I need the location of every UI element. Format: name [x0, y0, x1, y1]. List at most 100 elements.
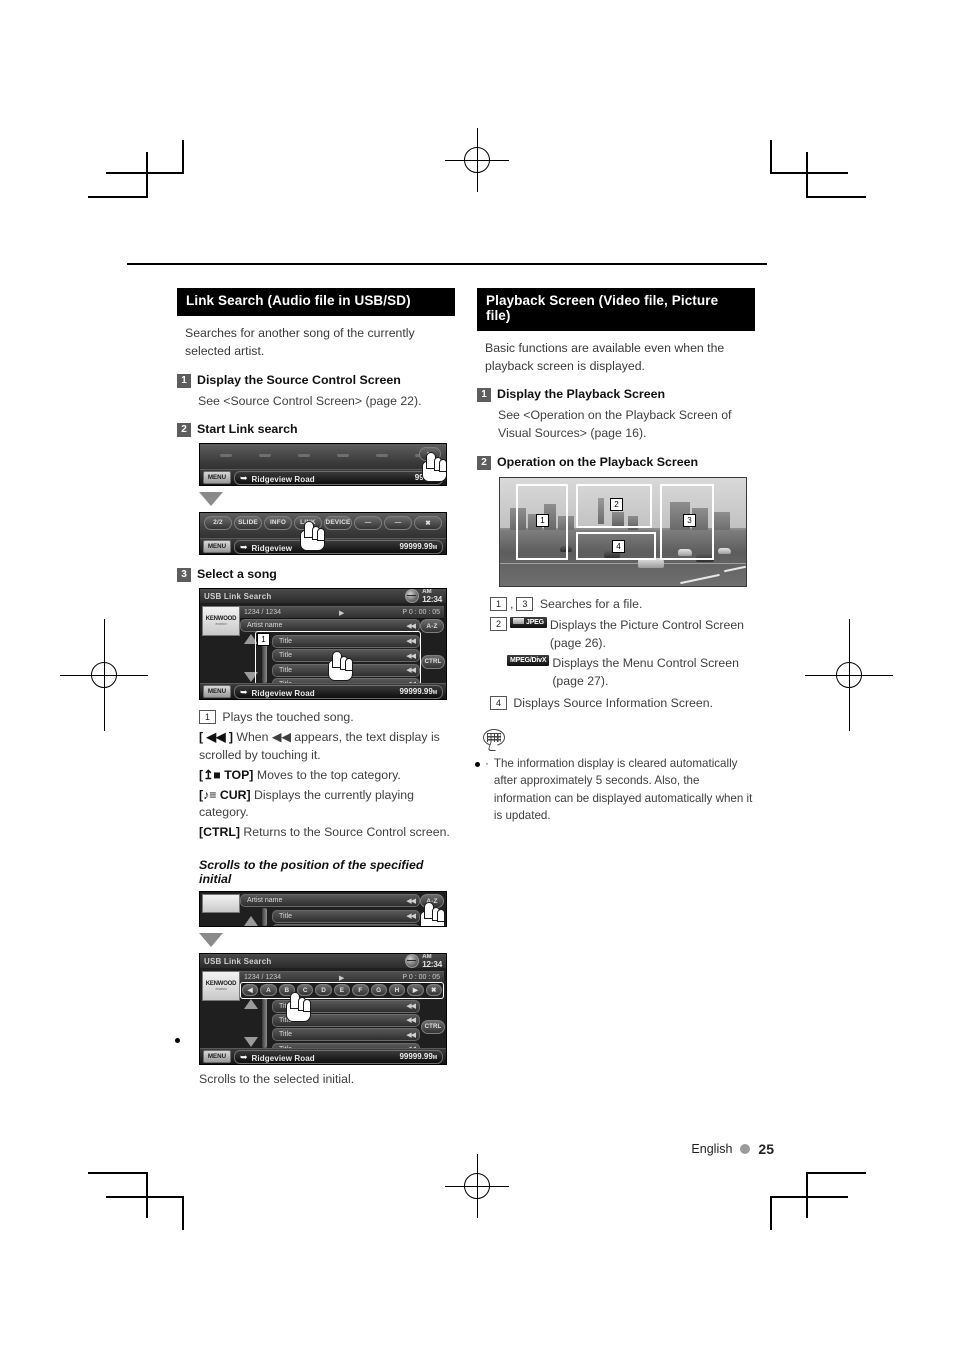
ctrl-button[interactable]: CTRL [421, 1020, 445, 1035]
right-explanation-list: 1,3 Searches for a file. 2 JPEG Displays… [490, 596, 755, 713]
track-time: 99999.99M [399, 1052, 437, 1062]
step-number-badge: 1 [177, 373, 191, 388]
scroll-text-icon[interactable]: ◀◀ [406, 1031, 419, 1039]
scroll-down-icon[interactable] [244, 1037, 258, 1048]
left-section-heading: Link Search (Audio file in USB/SD) [177, 288, 455, 316]
menu-button[interactable]: MENU [203, 685, 231, 699]
a-z-button[interactable]: A-Z [420, 894, 444, 909]
explanation-item: [♪≡ CUR] Displays the currently playing … [199, 787, 455, 823]
photo-car [718, 548, 731, 554]
scroll-text-icon[interactable]: ◀◀ [406, 1016, 419, 1024]
explanation-key: [↥■ TOP] [199, 767, 254, 782]
explanation-text: Moves to the top category. [256, 767, 401, 782]
scroll-text-icon[interactable]: ◀◀ [406, 912, 419, 920]
step-title: Display the Playback Screen [497, 387, 666, 402]
device-button[interactable]: DEVICE [324, 515, 352, 530]
left-step-3: 3 Select a song [177, 567, 455, 583]
list-item-label: Title [279, 1016, 292, 1024]
explanation-key: [ ◀◀ ] [199, 730, 233, 745]
explanation-text: Displays Source Information Screen. [513, 696, 713, 711]
info-row: 1234 / 1234 ▶ P 0 : 00 : 05 [240, 606, 444, 620]
scroll-text-icon[interactable]: ◀◀ [406, 1002, 419, 1010]
track-time: 99999 [414, 473, 437, 483]
page-indicator-button[interactable]: 2/2 [204, 515, 232, 530]
close-button[interactable]: ✖ [414, 515, 442, 530]
jpeg-icon: JPEG [510, 616, 547, 628]
track-info-bar[interactable]: ➥ Ridgeview Road 99999.99M [234, 684, 443, 699]
left-caption-after: Scrolls to the selected initial. [199, 1072, 355, 1087]
right-intro-text: Basic functions are available even when … [485, 340, 725, 373]
region-number-4: 4 [612, 540, 625, 553]
left-step-1: 1 Display the Source Control Screen [177, 373, 455, 388]
step-title: Select a song [197, 567, 277, 582]
step-number-badge: 2 [477, 456, 491, 470]
link-button[interactable]: LINK [294, 515, 322, 530]
ctrl-button[interactable]: CTRL [421, 655, 445, 670]
title-list: Title◀◀ Title◀◀ [272, 908, 420, 927]
left-explanation-list: 1 Plays the touched song. [ ◀◀ ] When ◀◀… [199, 709, 455, 842]
note-bubble-icon [483, 728, 509, 751]
scrollbar[interactable] [262, 998, 267, 1049]
step-title: Operation on the Playback Screen [497, 455, 699, 469]
track-name: Ridgeview Road [251, 474, 315, 484]
info-button[interactable]: INFO [264, 515, 292, 530]
list-item[interactable]: Title ◀◀ [272, 1013, 420, 1027]
screen-usb-link-search: USB Link Search AM 12:34 KENWOOD excelon … [199, 588, 447, 701]
scroll-text-icon[interactable]: ◀◀ [406, 897, 419, 905]
explanation-key-box: 4 [490, 696, 507, 711]
screen-title: USB Link Search [204, 956, 272, 966]
mpeg-divx-icon: MPEG/DivX [507, 655, 550, 667]
screen-title: USB Link Search [204, 591, 272, 601]
scroll-up-icon[interactable] [244, 916, 258, 927]
shuffle-icon: ➥ [240, 1051, 248, 1062]
slide-button[interactable]: SLIDE [234, 515, 262, 530]
track-info-bar[interactable]: ➥ Ridgeview 99999.99M [234, 539, 443, 554]
footer-language: English [691, 1142, 733, 1156]
right-step-1-sub: See <Operation on the Playback Screen of… [498, 408, 732, 441]
scroll-arrows [244, 910, 258, 927]
list-item[interactable]: Title◀◀ [272, 999, 420, 1013]
explanation-text: Displays the Menu Control Screen (page 2… [552, 656, 739, 689]
track-info-bar[interactable]: ➥ Ridgeview Road 99999.99M [234, 1049, 443, 1064]
menu-button[interactable]: MENU [203, 540, 231, 554]
explanation-key-box: 1 [199, 710, 216, 725]
scroll-up-icon[interactable] [244, 999, 258, 1010]
blank-button-1[interactable]: — [354, 515, 382, 530]
list-item[interactable]: Title◀◀ [272, 1028, 420, 1042]
blank-button-2[interactable]: — [384, 515, 412, 530]
a-z-button[interactable]: A-Z [420, 619, 444, 634]
album-art: KENWOOD excelon [202, 606, 240, 637]
play-status-icon: ▶ [338, 974, 345, 982]
list-item[interactable]: Title◀◀ [272, 909, 420, 923]
right-step-1: 1 Display the Playback Screen [477, 387, 755, 403]
explanation-key-box: 2 [490, 616, 507, 631]
explanation-text: Plays the touched song. [222, 710, 354, 725]
scrollbar[interactable] [262, 908, 267, 927]
track-info-bar[interactable]: ➥ Ridgeview Road 99999 [234, 470, 443, 485]
category-row[interactable]: Artist name ◀◀ [240, 894, 420, 908]
step-title: Display the Source Control Screen [197, 372, 401, 387]
region-number-2: 2 [610, 498, 623, 511]
play-position: P 0 : 00 : 05 [402, 974, 440, 982]
play-status-icon: ▶ [338, 609, 345, 617]
play-position: P 0 : 00 : 05 [402, 609, 440, 617]
left-step-2: 2 Start Link search [177, 422, 455, 438]
menu-button[interactable]: MENU [203, 471, 231, 485]
globe-icon [405, 954, 420, 969]
next-page-button[interactable]: ▶ [419, 447, 441, 462]
manual-page: Link Search (Audio file in USB/SD) Searc… [0, 0, 954, 1350]
menu-button[interactable]: MENU [203, 1050, 231, 1064]
album-art: KENWOOD excelon [202, 971, 240, 1002]
scroll-text-icon[interactable]: ◀◀ [406, 926, 419, 927]
screen-source-control-link: 2/2 SLIDE INFO LINK DEVICE — — ✖ MENU ➥ R… [199, 512, 447, 556]
track-counter: 1234 / 1234 [244, 974, 281, 982]
bottom-bar: MENU ➥ Ridgeview Road 99999.99M [200, 683, 446, 700]
explanation-text: Searches for a file. [539, 597, 643, 611]
top-rule [127, 263, 767, 265]
list-item[interactable]: Title◀◀ [272, 923, 420, 927]
shuffle-icon: ➥ [240, 541, 248, 552]
screen-title-bar: USB Link Search AM 12:34 [200, 954, 446, 968]
scroll-text-icon[interactable]: ◀◀ [406, 622, 419, 630]
category-label: Artist name [247, 622, 283, 630]
step-title: Start Link search [197, 422, 298, 437]
